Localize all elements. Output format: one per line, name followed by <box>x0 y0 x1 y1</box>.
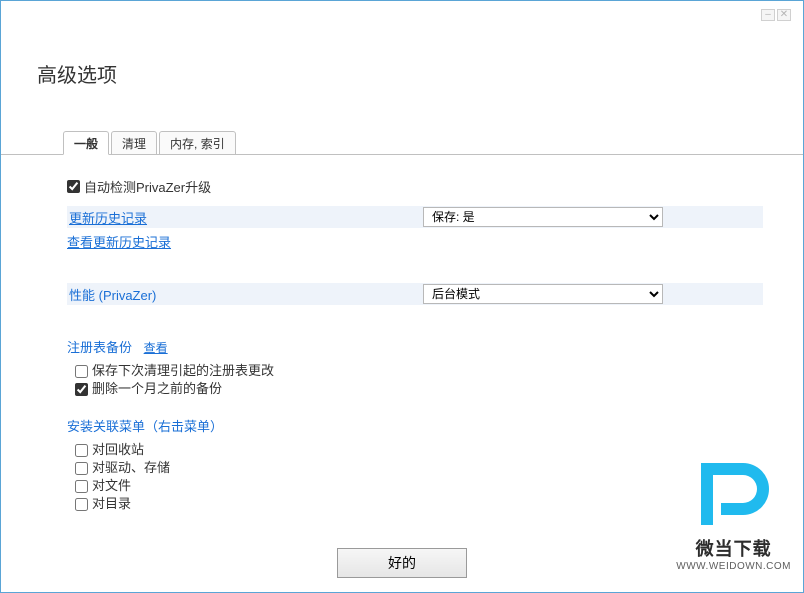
page-title: 高级选项 <box>37 59 117 88</box>
ok-button[interactable]: 好的 <box>337 548 467 578</box>
ctx-opt3-label: 对文件 <box>92 477 131 495</box>
view-update-history-link[interactable]: 查看更新历史记录 <box>67 232 171 251</box>
tab-clean[interactable]: 清理 <box>111 131 157 155</box>
tabs-bar: 一般 清理 内存, 索引 <box>1 131 803 155</box>
registry-backup-label: 注册表备份 <box>67 340 132 355</box>
ctx-opt1-row: 对回收站 <box>75 441 763 459</box>
update-history-heading[interactable]: 更新历史记录 <box>69 211 147 226</box>
tab-content: 自动检测PrivaZer升级 更新历史记录 保存: 是 查看更新历史记录 性能 … <box>67 177 763 513</box>
registry-backup-heading: 注册表备份 查看 <box>67 337 763 356</box>
registry-opt1-checkbox[interactable] <box>75 365 88 378</box>
ctx-opt2-label: 对驱动、存储 <box>92 459 170 477</box>
ctx-opt2-row: 对驱动、存储 <box>75 459 763 477</box>
ctx-opt1-label: 对回收站 <box>92 441 144 459</box>
window: – ✕ 高级选项 一般 清理 内存, 索引 自动检测PrivaZer升级 更新历… <box>0 0 804 593</box>
ctx-opt4-label: 对目录 <box>92 495 131 513</box>
ctx-opt4-checkbox[interactable] <box>75 498 88 511</box>
watermark-cn: 微当下载 <box>676 535 791 561</box>
view-update-history-row: 查看更新历史记录 <box>67 232 763 251</box>
registry-opt1-label: 保存下次清理引起的注册表更改 <box>92 362 274 380</box>
ctx-opt4-row: 对目录 <box>75 495 763 513</box>
registry-backup-view-link[interactable]: 查看 <box>144 341 168 355</box>
registry-opt2-row: 删除一个月之前的备份 <box>75 380 763 398</box>
ctx-opt3-checkbox[interactable] <box>75 480 88 493</box>
ctx-opt2-checkbox[interactable] <box>75 462 88 475</box>
close-button[interactable]: ✕ <box>777 9 791 21</box>
tabstrip: 一般 清理 内存, 索引 <box>63 131 238 155</box>
auto-detect-checkbox[interactable] <box>67 180 80 193</box>
window-controls: – ✕ <box>761 9 791 21</box>
update-history-select[interactable]: 保存: 是 <box>423 207 663 227</box>
performance-select[interactable]: 后台模式 <box>423 284 663 304</box>
registry-opt1-row: 保存下次清理引起的注册表更改 <box>75 362 763 380</box>
tab-mem-index[interactable]: 内存, 索引 <box>159 131 236 155</box>
ctx-opt3-row: 对文件 <box>75 477 763 495</box>
minimize-button[interactable]: – <box>761 9 775 21</box>
tab-general[interactable]: 一般 <box>63 131 109 155</box>
context-menu-heading: 安装关联菜单（右击菜单） <box>67 416 763 435</box>
performance-heading: 性能 (PrivaZer) <box>69 288 156 303</box>
auto-detect-label: 自动检测PrivaZer升级 <box>84 177 211 196</box>
watermark-en: WWW.WEIDOWN.COM <box>676 561 791 572</box>
performance-row: 性能 (PrivaZer) 后台模式 <box>67 283 763 305</box>
auto-detect-row: 自动检测PrivaZer升级 <box>67 177 763 196</box>
ctx-opt1-checkbox[interactable] <box>75 444 88 457</box>
update-history-row: 更新历史记录 保存: 是 <box>67 206 763 228</box>
registry-opt2-label: 删除一个月之前的备份 <box>92 380 222 398</box>
registry-opt2-checkbox[interactable] <box>75 383 88 396</box>
